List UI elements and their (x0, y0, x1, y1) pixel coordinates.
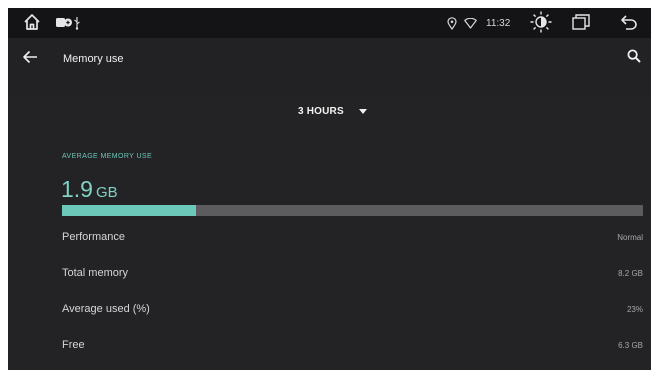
total-memory-value: 8.2 GB (618, 269, 643, 278)
free-memory-label: Free (62, 339, 85, 351)
memory-usage-bar-fill (62, 205, 196, 216)
recent-apps-icon[interactable] (572, 14, 590, 30)
back-arrow-icon[interactable] (22, 50, 38, 64)
wifi-signal-icon (464, 18, 477, 29)
average-memory-value: 1.9 GB (61, 176, 118, 206)
home-icon[interactable] (22, 12, 42, 32)
performance-value: Normal (617, 233, 643, 242)
back-icon[interactable] (620, 14, 638, 30)
search-icon[interactable] (627, 49, 641, 63)
average-used-label: Average used (%) (62, 303, 150, 315)
clock: 11:32 (486, 18, 511, 29)
free-memory-value: 6.3 GB (618, 341, 643, 350)
page-title: Memory use (63, 53, 124, 65)
average-memory-unit: GB (95, 184, 118, 201)
screen: 11:32 Memory use 3 HOURS AVERAGE MEMORY … (8, 8, 651, 370)
status-bar (8, 8, 651, 38)
performance-label: Performance (62, 231, 125, 243)
average-memory-number: 1.9 (61, 176, 93, 202)
section-header: AVERAGE MEMORY USE (62, 153, 153, 160)
dropdown-arrow-icon (359, 109, 367, 114)
time-range-label: 3 HOURS (298, 106, 344, 117)
average-used-value: 23% (626, 305, 643, 314)
wifi-card-icon (56, 17, 72, 29)
total-memory-label: Total memory (62, 267, 129, 279)
location-icon (447, 17, 457, 30)
memory-usage-bar (62, 205, 643, 216)
app-bar (8, 38, 651, 96)
usb-icon (73, 16, 81, 30)
brightness-icon[interactable] (529, 10, 553, 34)
